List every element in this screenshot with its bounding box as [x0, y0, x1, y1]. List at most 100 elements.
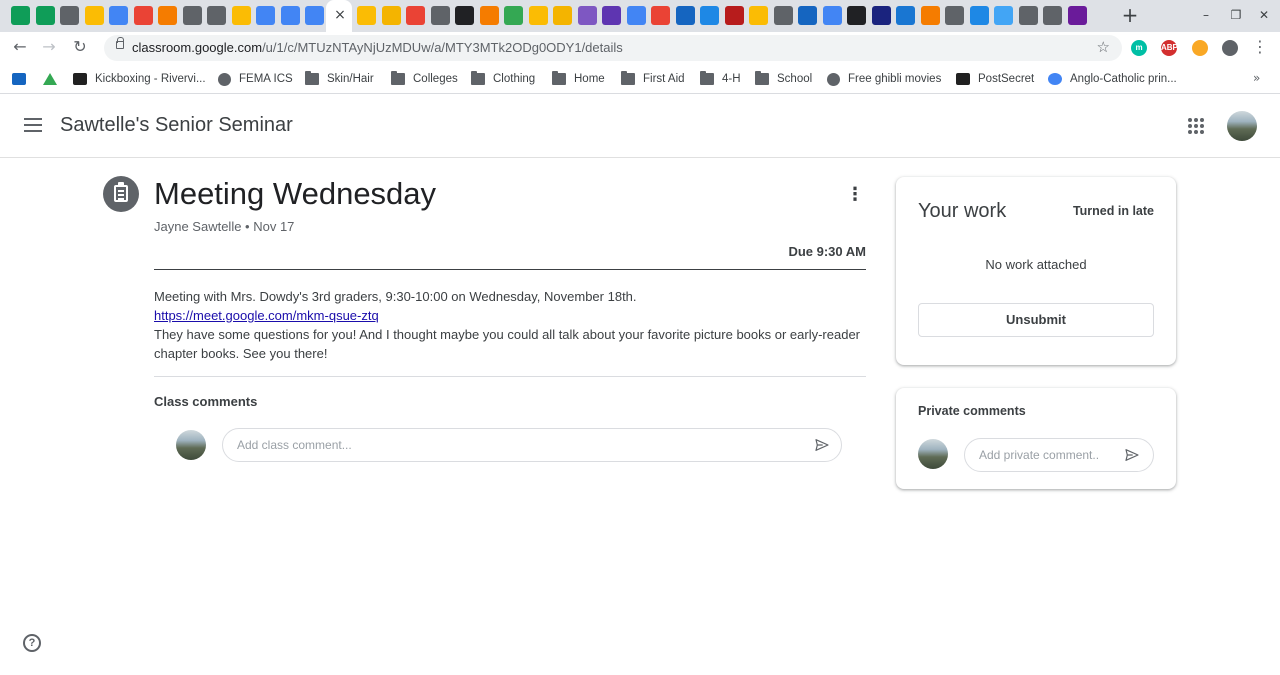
- tab-favicon-icon[interactable]: [280, 6, 300, 25]
- folder-icon: [552, 71, 566, 85]
- tab-favicon-icon[interactable]: [651, 6, 670, 25]
- close-tab-icon[interactable]: ×: [331, 4, 349, 26]
- bookmark-item[interactable]: School: [755, 71, 812, 87]
- bookmark-item[interactable]: [12, 71, 34, 87]
- tab-favicon-icon[interactable]: [871, 6, 891, 25]
- browser-menu-icon[interactable]: ⋮: [1252, 37, 1268, 56]
- folder-icon: [471, 71, 485, 85]
- tab-favicon-icon[interactable]: [553, 6, 572, 25]
- extension-icon[interactable]: [1222, 40, 1238, 56]
- tab-favicon-icon[interactable]: [11, 6, 30, 25]
- tab-favicon-icon[interactable]: [406, 6, 425, 25]
- private-comment-input[interactable]: [979, 448, 1099, 462]
- tab-favicon-icon[interactable]: [577, 6, 597, 25]
- bookmark-item[interactable]: 4-H: [700, 71, 741, 87]
- description-line-1: Meeting with Mrs. Dowdy's 3rd graders, 9…: [154, 289, 637, 304]
- back-icon[interactable]: ←: [9, 36, 31, 58]
- tab-favicon-icon[interactable]: [798, 6, 817, 25]
- url-text[interactable]: classroom.google.com/u/1/c/MTUzNTAyNjUzM…: [132, 40, 623, 55]
- tab-favicon-icon[interactable]: [182, 6, 202, 25]
- tab-favicon-icon[interactable]: [896, 6, 915, 25]
- forward-icon[interactable]: →: [38, 36, 60, 58]
- send-private-icon[interactable]: [1123, 447, 1141, 463]
- tab-favicon-icon[interactable]: [207, 6, 226, 25]
- lock-icon[interactable]: [116, 37, 124, 49]
- tab-favicon-icon[interactable]: [528, 6, 548, 25]
- tab-favicon-icon[interactable]: [60, 6, 79, 25]
- bookmark-item[interactable]: [43, 71, 65, 87]
- bookmark-item[interactable]: Colleges: [391, 71, 458, 87]
- bookmark-item[interactable]: FEMA ICS: [218, 71, 293, 87]
- minimize-window-button[interactable]: –: [1196, 5, 1216, 25]
- tab-favicon-icon[interactable]: [773, 6, 793, 25]
- private-comment-field[interactable]: [964, 438, 1154, 472]
- tab-favicon-icon[interactable]: [84, 6, 104, 25]
- tab-favicon-icon[interactable]: [1043, 6, 1062, 25]
- bookmark-item[interactable]: Anglo-Catholic prin...: [1048, 71, 1177, 87]
- tab-favicon-icon[interactable]: [455, 6, 474, 25]
- tab-favicon-icon[interactable]: [158, 6, 177, 25]
- tab-favicon-icon[interactable]: [602, 6, 621, 25]
- tab-favicon-icon[interactable]: [675, 6, 695, 25]
- bookmark-item[interactable]: Free ghibli movies: [827, 71, 941, 87]
- tab-favicon-icon[interactable]: [700, 6, 719, 25]
- tab-favicon-icon[interactable]: [920, 6, 940, 25]
- classroom-header: Sawtelle's Senior Seminar: [0, 95, 1280, 158]
- tab-favicon-icon[interactable]: [724, 6, 744, 25]
- tab-favicon-icon[interactable]: [231, 6, 251, 25]
- tab-favicon-icon[interactable]: [35, 6, 55, 25]
- tab-favicon-icon[interactable]: [256, 6, 275, 25]
- ox-icon: [12, 73, 26, 85]
- bookmark-label: Kickboxing - Rivervi...: [95, 73, 206, 85]
- bookmark-item[interactable]: Home: [552, 71, 605, 87]
- tab-favicon-icon[interactable]: [357, 6, 376, 25]
- account-avatar[interactable]: [1227, 111, 1257, 141]
- tab-favicon-icon[interactable]: [626, 6, 646, 25]
- due-date: Due 9:30 AM: [788, 244, 866, 259]
- restore-window-button[interactable]: ❐: [1226, 5, 1246, 25]
- tab-favicon-icon[interactable]: [749, 6, 768, 25]
- tab-favicon-icon[interactable]: [109, 6, 128, 25]
- more-options-icon[interactable]: ⋮: [846, 184, 864, 206]
- meet-link[interactable]: https://meet.google.com/mkm-qsue-ztq: [154, 308, 379, 323]
- tab-favicon-icon[interactable]: [1067, 6, 1087, 25]
- bookmark-item[interactable]: PostSecret: [956, 71, 1034, 87]
- bookmark-item[interactable]: First Aid: [621, 71, 685, 87]
- address-bar[interactable]: classroom.google.com/u/1/c/MTUzNTAyNjUzM…: [104, 35, 1122, 61]
- submission-status: Turned in late: [1072, 204, 1154, 218]
- bookmark-item[interactable]: Clothing: [471, 71, 535, 87]
- extension-icon[interactable]: m: [1131, 40, 1147, 56]
- main-menu-icon[interactable]: [24, 118, 42, 132]
- tab-favicon-icon[interactable]: [479, 6, 499, 25]
- bookmark-item[interactable]: Skin/Hair: [305, 71, 374, 87]
- tab-favicon-icon[interactable]: [1018, 6, 1038, 25]
- browser-tab-strip: × + – ❐ ✕: [0, 0, 1280, 32]
- close-window-button[interactable]: ✕: [1254, 5, 1274, 25]
- tab-favicon-icon[interactable]: [822, 6, 842, 25]
- tab-favicon-icon[interactable]: [969, 6, 989, 25]
- more-bookmarks-icon[interactable]: »: [1253, 71, 1260, 85]
- class-comment-field[interactable]: [222, 428, 842, 462]
- new-tab-button[interactable]: +: [1120, 3, 1140, 27]
- extension-icon[interactable]: [1192, 40, 1208, 56]
- tab-favicon-icon[interactable]: [504, 6, 523, 25]
- class-comment-input[interactable]: [237, 438, 732, 452]
- unsubmit-button[interactable]: Unsubmit: [918, 303, 1154, 337]
- tab-favicon-icon[interactable]: [430, 6, 450, 25]
- google-apps-icon[interactable]: [1188, 118, 1204, 134]
- extension-icon[interactable]: ABP: [1161, 40, 1178, 56]
- tab-favicon-icon[interactable]: [945, 6, 964, 25]
- bookmark-label: 4-H: [722, 73, 741, 85]
- tab-favicon-icon[interactable]: [305, 6, 324, 25]
- class-name[interactable]: Sawtelle's Senior Seminar: [60, 114, 293, 137]
- bookmark-star-icon[interactable]: ☆: [1097, 38, 1110, 56]
- folder-icon: [305, 71, 319, 85]
- reload-icon[interactable]: ↻: [69, 36, 91, 58]
- tab-favicon-icon[interactable]: [847, 6, 866, 25]
- tab-favicon-icon[interactable]: [381, 6, 401, 25]
- tab-favicon-icon[interactable]: [133, 6, 153, 25]
- tab-favicon-icon[interactable]: [994, 6, 1013, 25]
- help-icon[interactable]: ?: [23, 634, 41, 652]
- bookmark-item[interactable]: Kickboxing - Rivervi...: [73, 71, 206, 87]
- send-icon[interactable]: [813, 437, 831, 453]
